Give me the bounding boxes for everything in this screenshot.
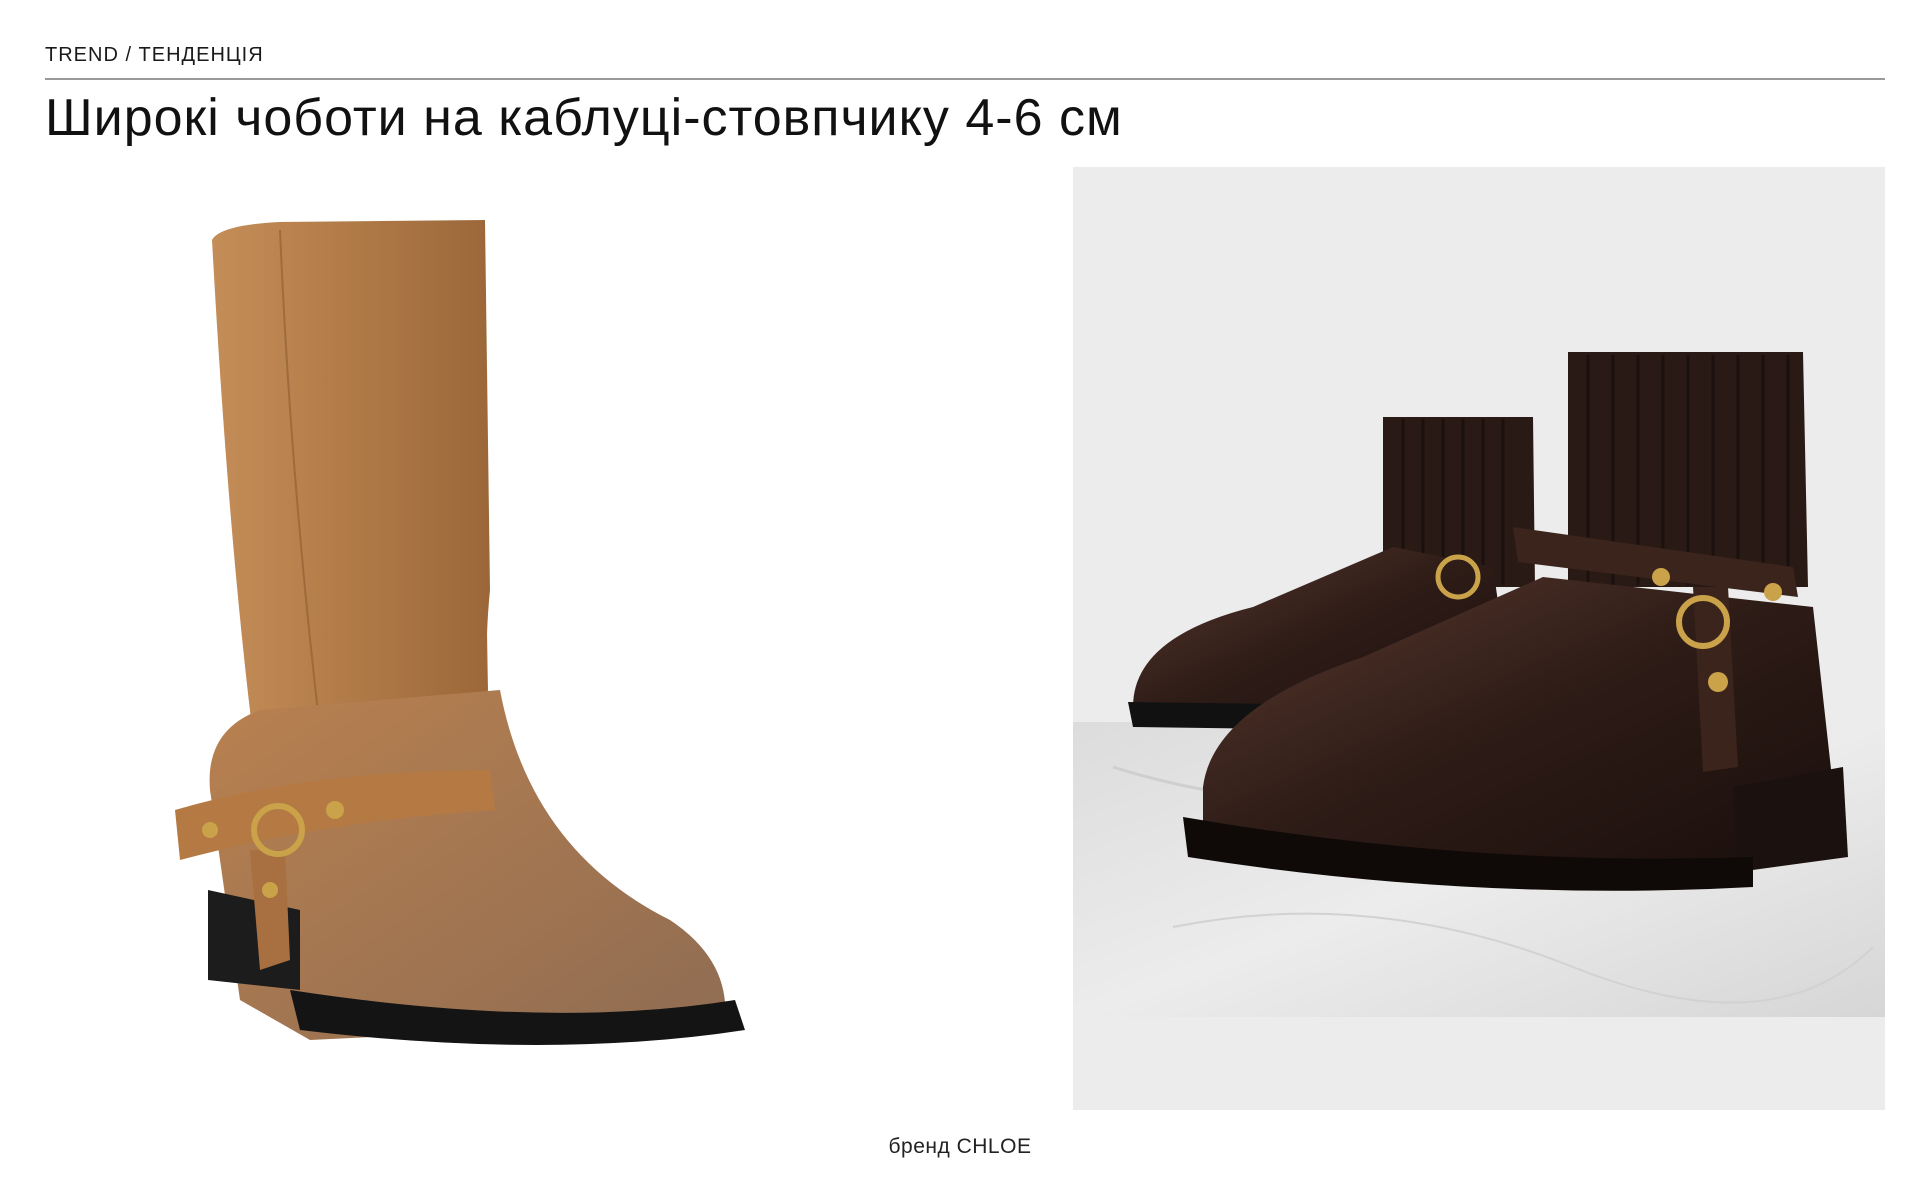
page-title: Широкі чоботи на каблуці-стовпчику 4-6 с… <box>45 89 1123 147</box>
header-divider <box>45 78 1885 80</box>
product-photo-tan-boot <box>150 170 790 1070</box>
product-photo-dark-boots <box>1073 167 1885 1110</box>
brand-caption: бренд CHLOE <box>888 1135 1032 1158</box>
section-eyebrow: TREND / ТЕНДЕНЦІЯ <box>45 44 264 66</box>
